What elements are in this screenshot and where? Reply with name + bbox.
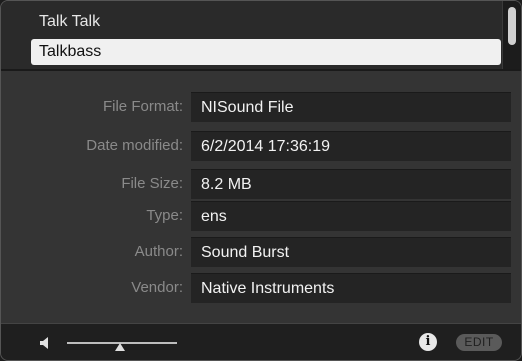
type-row: Type: ens	[1, 201, 521, 231]
date-modified-label: Date modified:	[86, 137, 183, 154]
date-modified-row: Date modified: 6/2/2014 17:36:19	[1, 131, 521, 161]
list-item[interactable]: Talk Talk	[31, 9, 501, 35]
vendor-row: Vendor: Native Instruments	[1, 273, 521, 303]
bottom-toolbar: i EDIT	[1, 323, 521, 360]
speaker-icon[interactable]	[39, 336, 53, 350]
file-size-row: File Size: 8.2 MB	[1, 169, 521, 199]
vendor-value: Native Instruments	[191, 273, 511, 303]
date-modified-value: 6/2/2014 17:36:19	[191, 131, 511, 161]
author-label: Author:	[134, 243, 183, 260]
edit-button[interactable]: EDIT	[456, 334, 502, 351]
list-item-selected[interactable]: Talkbass	[31, 39, 501, 65]
scrollbar[interactable]	[502, 1, 521, 69]
vendor-label: Vendor:	[131, 279, 183, 296]
file-size-label: File Size:	[121, 175, 183, 192]
scroll-thumb[interactable]	[508, 7, 516, 45]
volume-slider-handle[interactable]	[115, 343, 125, 351]
author-row: Author: Sound Burst	[1, 237, 521, 267]
type-value: ens	[191, 201, 511, 231]
file-info-panel: Talk Talk Talkbass File Format: NISound …	[0, 0, 522, 361]
info-icon[interactable]: i	[419, 333, 437, 351]
author-value: Sound Burst	[191, 237, 511, 267]
file-format-row: File Format: NISound File	[1, 92, 521, 122]
type-label: Type:	[146, 207, 183, 224]
file-size-value: 8.2 MB	[191, 169, 511, 199]
file-format-label: File Format:	[102, 98, 183, 115]
browser-list: Talk Talk Talkbass	[1, 1, 521, 69]
file-format-value: NISound File	[191, 92, 511, 122]
file-info-section: File Format: NISound File Date modified:…	[1, 71, 521, 325]
